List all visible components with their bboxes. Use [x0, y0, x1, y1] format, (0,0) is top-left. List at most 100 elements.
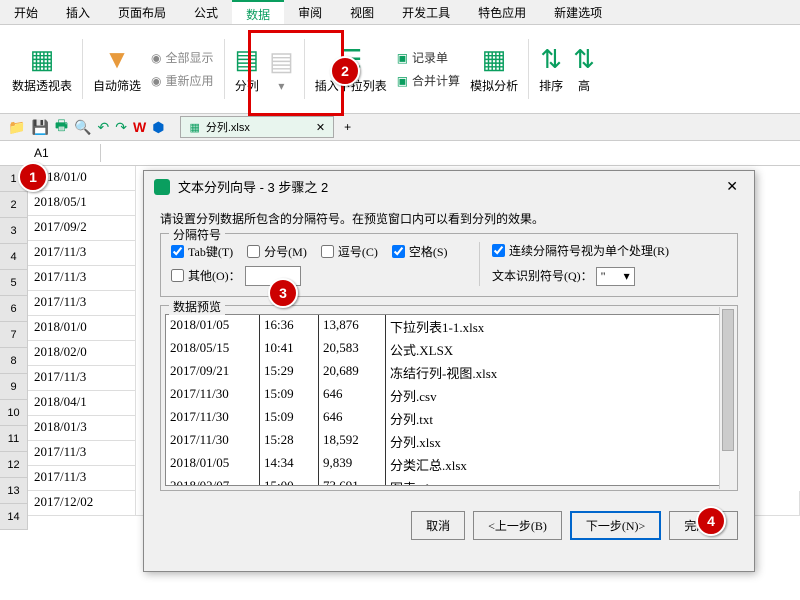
- row-header[interactable]: 11: [0, 426, 28, 452]
- reapply-icon: ◉: [151, 74, 161, 88]
- preview-cell: 15:28: [260, 430, 319, 453]
- wps-icon[interactable]: W: [133, 119, 146, 135]
- chevron-down-icon: ▾: [624, 269, 630, 284]
- ribbon-toolbar: ▦ 数据透视表 ▼ 自动筛选 ◉全部显示 ◉重新应用 ▤ 分列 ▤ ▾ ☰ 插入…: [0, 25, 800, 114]
- ribbon-tab-4[interactable]: 数据: [232, 0, 284, 24]
- record-icon: ▣: [397, 51, 408, 65]
- cell[interactable]: 2018/02/0: [28, 341, 136, 366]
- ribbon-tab-3[interactable]: 公式: [180, 0, 232, 24]
- scrollbar[interactable]: [719, 307, 736, 489]
- row-header[interactable]: 13: [0, 478, 28, 504]
- excel-icon: ▦: [189, 121, 199, 134]
- cell[interactable]: 2018/04/1: [28, 391, 136, 416]
- preview-fieldset: 数据预览 2018/01/0516:3613,876下拉列表1-1.xlsx20…: [160, 305, 738, 491]
- pivot-icon: ▦: [30, 44, 55, 75]
- row-header[interactable]: 14: [0, 504, 28, 530]
- consolidate-icon: ▣: [397, 74, 408, 88]
- text-qualifier-combo[interactable]: "▾: [596, 267, 635, 286]
- preview-cell: 646: [319, 407, 386, 430]
- cell[interactable]: 2018/01/0: [28, 316, 136, 341]
- cloud-icon[interactable]: ⬢: [152, 119, 164, 136]
- document-tab[interactable]: ▦ 分列.xlsx ✕: [180, 116, 334, 138]
- preview-cell: 15:09: [260, 384, 319, 407]
- preview-cell: 14:34: [260, 453, 319, 476]
- sort-icon: ⇅: [540, 44, 562, 75]
- cell[interactable]: 2017/11/3: [28, 266, 136, 291]
- ribbon-tab-9[interactable]: 新建选项: [540, 0, 616, 24]
- new-tab-icon[interactable]: +: [338, 120, 357, 134]
- row-header[interactable]: 10: [0, 400, 28, 426]
- save-icon[interactable]: 💾: [31, 119, 48, 136]
- preview-cell: 15:00: [260, 476, 319, 486]
- whatif-button[interactable]: ▦ 模拟分析: [466, 42, 522, 96]
- open-icon[interactable]: 📁: [8, 119, 25, 136]
- cancel-button[interactable]: 取消: [411, 511, 465, 540]
- ribbon-tab-5[interactable]: 审阅: [284, 0, 336, 24]
- preview-cell: 15:09: [260, 407, 319, 430]
- legend: 分隔符号: [169, 226, 225, 243]
- preview-cell: 分列.csv: [386, 384, 732, 407]
- cell[interactable]: 2018/05/1: [28, 191, 136, 216]
- row-header[interactable]: 8: [0, 348, 28, 374]
- ribbon-tab-2[interactable]: 页面布局: [104, 0, 180, 24]
- ribbon-tab-7[interactable]: 开发工具: [388, 0, 464, 24]
- row-header[interactable]: 12: [0, 452, 28, 478]
- showall-icon: ◉: [151, 51, 161, 65]
- data-preview: 2018/01/0516:3613,876下拉列表1-1.xlsx2018/05…: [165, 314, 733, 486]
- close-tab-icon[interactable]: ✕: [316, 121, 325, 134]
- name-box[interactable]: A1: [28, 144, 101, 162]
- comma-checkbox[interactable]: 逗号(C): [321, 243, 378, 260]
- preview-cell: 13,876: [319, 315, 386, 338]
- tab-checkbox[interactable]: Tab键(T): [171, 243, 233, 260]
- cell[interactable]: 2018/01/3: [28, 416, 136, 441]
- record-button[interactable]: ▣记录单: [393, 47, 464, 68]
- cell[interactable]: 2017/11/3: [28, 441, 136, 466]
- ribbon-tab-1[interactable]: 插入: [52, 0, 104, 24]
- redo-icon[interactable]: ↷: [115, 119, 127, 136]
- label: 数据透视表: [12, 77, 72, 94]
- back-button[interactable]: <上一步(B): [473, 511, 562, 540]
- cell[interactable]: 2017/11/3: [28, 466, 136, 491]
- dialog-title: 文本分列向导 - 3 步骤之 2: [178, 177, 328, 196]
- ribbon-tabs: 开始插入页面布局公式数据审阅视图开发工具特色应用新建选项: [0, 0, 800, 25]
- pivot-table-button[interactable]: ▦ 数据透视表: [8, 42, 76, 96]
- cell[interactable]: 2017/11/3: [28, 241, 136, 266]
- row-header[interactable]: 2: [0, 192, 28, 218]
- row-header[interactable]: 3: [0, 218, 28, 244]
- showall-button[interactable]: ◉全部显示: [147, 47, 218, 68]
- preview-cell: 2017/11/30: [166, 407, 260, 430]
- formula-bar: A1: [0, 141, 800, 166]
- row-header[interactable]: 6: [0, 296, 28, 322]
- text-to-columns-wizard-dialog: 文本分列向导 - 3 步骤之 2 ✕ 请设置分列数据所包含的分隔符号。在预览窗口…: [143, 170, 755, 572]
- consolidate-button[interactable]: ▣合并计算: [393, 70, 464, 91]
- undo-icon[interactable]: ↶: [98, 119, 110, 136]
- semicolon-checkbox[interactable]: 分号(M): [247, 243, 307, 260]
- label: 模拟分析: [470, 77, 518, 94]
- cell[interactable]: 2017/11/3: [28, 366, 136, 391]
- sort-button[interactable]: ⇅ 排序: [535, 42, 567, 96]
- preview-cell: 15:29: [260, 361, 319, 384]
- row-header[interactable]: 9: [0, 374, 28, 400]
- adv-button[interactable]: ⇅ 高: [569, 42, 599, 96]
- quick-access-toolbar: 📁 💾 🖶 🔍 ↶ ↷ W ⬢ ▦ 分列.xlsx ✕ +: [0, 114, 800, 141]
- consecutive-checkbox[interactable]: 连续分隔符号视为单个处理(R): [492, 242, 727, 259]
- delimiter-fieldset: 分隔符号 Tab键(T) 分号(M) 逗号(C) 空格(S) 其他(O)： 连续…: [160, 233, 738, 297]
- print-icon[interactable]: 🖶: [55, 115, 68, 139]
- scroll-thumb[interactable]: [722, 309, 734, 451]
- row-header[interactable]: 7: [0, 322, 28, 348]
- close-button[interactable]: ✕: [720, 178, 744, 195]
- ribbon-tab-6[interactable]: 视图: [336, 0, 388, 24]
- row-header[interactable]: 5: [0, 270, 28, 296]
- cell[interactable]: 2017/12/02: [28, 491, 136, 516]
- preview-cell: 20,583: [319, 338, 386, 361]
- reapply-button[interactable]: ◉重新应用: [147, 70, 218, 91]
- ribbon-tab-0[interactable]: 开始: [0, 0, 52, 24]
- next-button[interactable]: 下一步(N)>: [570, 511, 661, 540]
- autofilter-button[interactable]: ▼ 自动筛选: [89, 42, 145, 96]
- cell[interactable]: 2017/11/3: [28, 291, 136, 316]
- ribbon-tab-8[interactable]: 特色应用: [464, 0, 540, 24]
- row-header[interactable]: 4: [0, 244, 28, 270]
- space-checkbox[interactable]: 空格(S): [392, 243, 448, 260]
- preview-icon[interactable]: 🔍: [74, 119, 91, 136]
- cell[interactable]: 2017/09/2: [28, 216, 136, 241]
